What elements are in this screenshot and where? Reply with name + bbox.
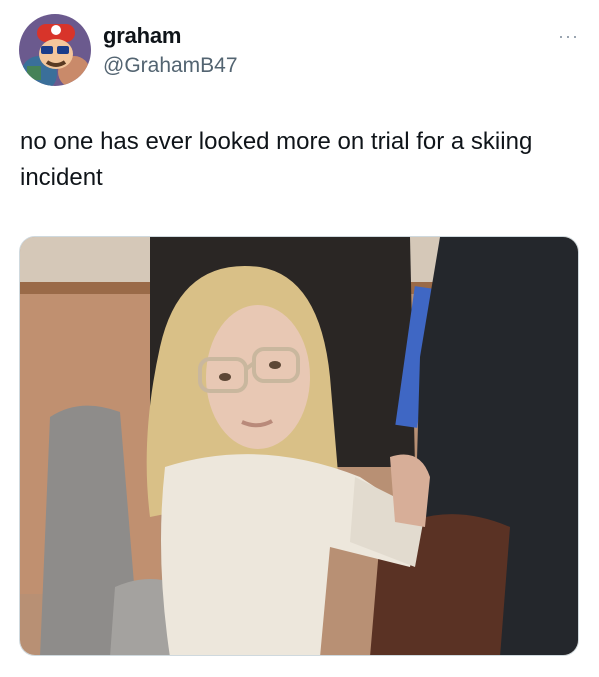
avatar[interactable] [19, 14, 91, 86]
more-options-icon[interactable]: ··· [558, 26, 579, 46]
tweet-text: no one has ever looked more on trial for… [20, 128, 533, 191]
author-handle[interactable]: @GrahamB47 [103, 53, 238, 79]
tweet-card: graham @GrahamB47 ··· no one has ever lo… [0, 0, 599, 677]
author-name[interactable]: graham [103, 23, 181, 49]
tweet-media[interactable] [19, 236, 579, 656]
photo-icon [20, 237, 578, 655]
avatar-illustration-icon [19, 14, 91, 86]
